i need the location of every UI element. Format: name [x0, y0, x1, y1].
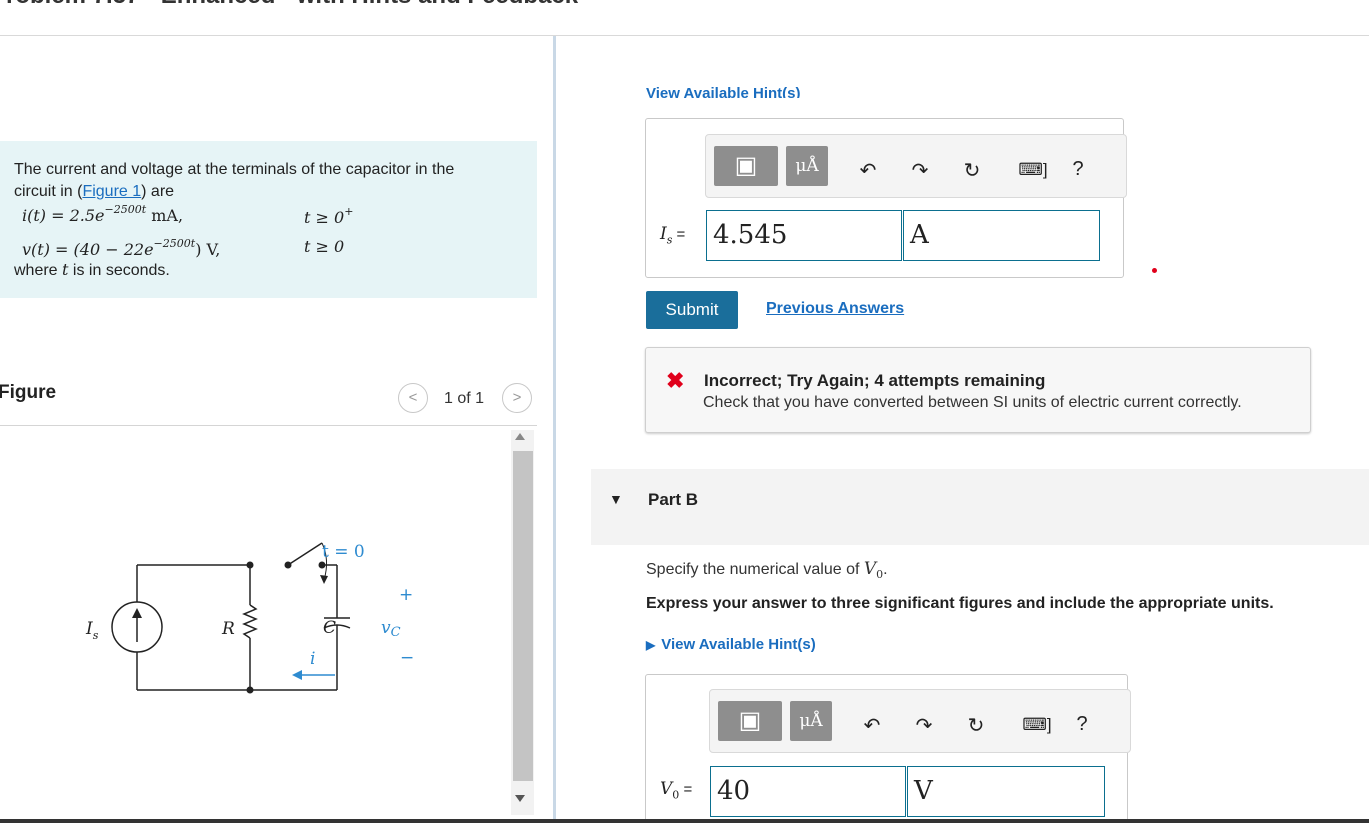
part-b-hint-link[interactable]: ▶ View Available Hint(s): [646, 636, 816, 653]
figure-link[interactable]: Figure 1: [82, 183, 141, 200]
problem-line2: circuit in (Figure 1) are: [14, 181, 534, 203]
problem-line1: The current and voltage at the terminals…: [14, 161, 455, 178]
eq1-unit: mA,: [146, 206, 184, 225]
eq1-lhs: i(t) = 2.5e: [22, 206, 105, 225]
units-icon: μÅ: [799, 711, 823, 731]
units-button[interactable]: μÅ: [786, 146, 828, 186]
eq2-unit: ) V,: [195, 240, 221, 259]
part-b-question-pre: Specify the numerical value of: [646, 561, 864, 578]
label-vc-sub: C: [391, 625, 401, 640]
previous-answers-link[interactable]: Previous Answers: [766, 300, 904, 318]
figure-separator: [0, 425, 537, 426]
part-a-hint-link[interactable]: View Available Hint(s): [646, 76, 801, 98]
redo-icon[interactable]: ↷: [908, 158, 932, 183]
scroll-down-icon[interactable]: [515, 795, 525, 802]
feedback-title: Incorrect; Try Again; 4 attempts remaini…: [704, 371, 1046, 390]
part-a-eq: =: [672, 226, 686, 243]
eq2-cond: t ≥ 0: [304, 237, 345, 256]
svg-text:vC: vC: [381, 618, 401, 640]
part-a-var: I: [660, 224, 667, 244]
problem-where: where t is in seconds.: [14, 259, 170, 282]
undo-icon[interactable]: ↶: [856, 158, 880, 183]
problem-line2-pre: circuit in (: [14, 183, 83, 200]
label-i: i: [310, 649, 315, 669]
caret-down-icon[interactable]: ▼: [609, 491, 623, 507]
part-b-question: Specify the numerical value of V0.: [646, 559, 888, 581]
error-x-icon: ✖: [666, 368, 685, 393]
part-a-answer-label: Is =: [660, 224, 685, 246]
label-c: C: [323, 618, 336, 638]
reset-icon[interactable]: ↻: [960, 158, 984, 183]
problem-line2-post: ) are: [141, 183, 175, 200]
units-icon: μÅ: [795, 156, 819, 176]
figure-pager: 1 of 1: [444, 390, 485, 407]
equation-current: i(t) = 2.5e−2500t mA,: [22, 203, 183, 226]
page-header: Problem 7.57 - Enhanced - with Hints and…: [0, 0, 1369, 36]
submit-button[interactable]: Submit: [646, 291, 738, 329]
part-b-instruction: Express your answer to three significant…: [646, 595, 1274, 612]
scroll-up-icon[interactable]: [515, 433, 525, 440]
undo-icon[interactable]: ↶: [860, 713, 884, 738]
part-b-header[interactable]: [591, 469, 1369, 545]
reset-icon[interactable]: ↻: [964, 713, 988, 738]
label-minus: −: [400, 648, 414, 668]
part-b-templates-button[interactable]: ▣: [718, 701, 782, 741]
keyboard-icon[interactable]: ⌨]: [1017, 715, 1057, 735]
figure-next-button[interactable]: >: [502, 383, 532, 413]
eq1-exp: −2500t: [104, 203, 147, 216]
label-plus: +: [399, 585, 413, 605]
pane-divider[interactable]: [553, 36, 556, 823]
part-b-units-button[interactable]: μÅ: [790, 701, 832, 741]
part-b-hint-label: View Available Hint(s): [661, 636, 816, 653]
part-b-value-input[interactable]: 40: [710, 766, 906, 817]
part-b-question-post: .: [883, 561, 888, 578]
help-icon[interactable]: ?: [1070, 713, 1094, 736]
chevron-left-icon: <: [408, 389, 418, 406]
label-r: R: [221, 619, 235, 639]
part-a-hint-label: View Available Hint(s): [646, 85, 801, 98]
eq1-cond-sup: +: [344, 205, 354, 218]
label-t0: t = 0: [322, 542, 365, 562]
eq2-lhs: v(t) = (40 − 22e: [22, 240, 154, 259]
problem-text: The current and voltage at the terminals…: [14, 159, 534, 203]
keyboard-icon[interactable]: ⌨]: [1013, 160, 1053, 180]
part-b-unit-input[interactable]: V: [907, 766, 1105, 817]
part-a-unit-input[interactable]: A: [903, 210, 1100, 261]
error-dot-icon: [1152, 268, 1157, 273]
circuit-diagram: Is R t = 0 C + vC − i: [85, 542, 414, 694]
figure-label: Figure: [0, 382, 57, 403]
problem-statement: The current and voltage at the terminals…: [0, 141, 537, 298]
help-icon[interactable]: ?: [1066, 158, 1090, 181]
where-post: is in seconds.: [68, 262, 170, 279]
label-is-sub: s: [93, 629, 99, 642]
part-b-var: V: [660, 779, 673, 799]
templates-icon: ▣: [734, 152, 758, 179]
chevron-right-icon: >: [512, 389, 522, 406]
svg-text:Is: Is: [85, 619, 99, 642]
label-vc: v: [381, 618, 391, 638]
equation-voltage: v(t) = (40 − 22e−2500t) V,: [22, 237, 220, 260]
part-b-answer-label: V0 =: [660, 779, 692, 801]
bottom-border: [0, 819, 1369, 823]
equation-voltage-condition: t ≥ 0: [304, 237, 344, 257]
part-b-question-var: V: [863, 559, 877, 579]
eq1-cond: t ≥ 0: [304, 208, 345, 227]
part-b-title[interactable]: Part B: [648, 490, 698, 510]
page-title: Problem 7.57 - Enhanced - with Hints and…: [0, 0, 578, 10]
figure-prev-button[interactable]: <: [398, 383, 428, 413]
redo-icon[interactable]: ↷: [912, 713, 936, 738]
scrollbar-thumb[interactable]: [513, 451, 533, 781]
eq2-exp: −2500t: [153, 237, 196, 250]
caret-right-icon: ▶: [646, 638, 656, 652]
where-pre: where: [14, 262, 63, 279]
templates-button[interactable]: ▣: [714, 146, 778, 186]
templates-icon: ▣: [738, 707, 762, 734]
part-b-eq: =: [679, 781, 693, 798]
feedback-body: Check that you have converted between SI…: [703, 394, 1242, 411]
equation-current-condition: t ≥ 0+: [304, 205, 353, 228]
part-a-value-input[interactable]: 4.545: [706, 210, 902, 261]
